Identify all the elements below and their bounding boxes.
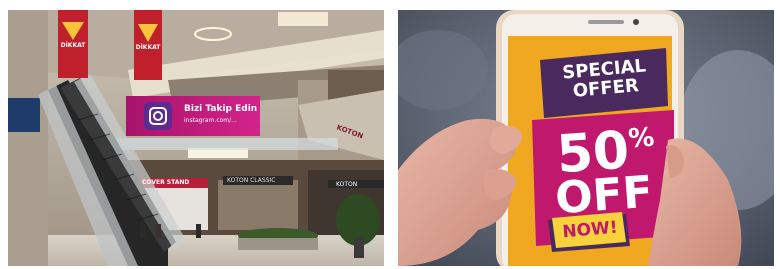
mall-photo: Bizi Takip Edin instagram.com/... DİKKAT… bbox=[8, 10, 384, 266]
phone-photo: SPECIAL OFFER 50% OFF NOW! bbox=[398, 10, 774, 266]
off-text: OFF bbox=[553, 166, 655, 225]
billboard-title: Bizi Takip Edin bbox=[184, 104, 258, 114]
store-sign-koton: KOTON bbox=[336, 181, 358, 188]
store-sign-cover-stand: COVER STAND bbox=[142, 179, 190, 186]
store-sign-koton-classic: KOTON CLASSIC bbox=[227, 177, 276, 184]
left-banner-text: DİKKAT bbox=[60, 42, 86, 49]
billboard-subtitle: instagram.com/... bbox=[184, 117, 237, 124]
discount-percent: % bbox=[627, 122, 656, 155]
right-banner-text: DİKKAT bbox=[135, 44, 161, 51]
